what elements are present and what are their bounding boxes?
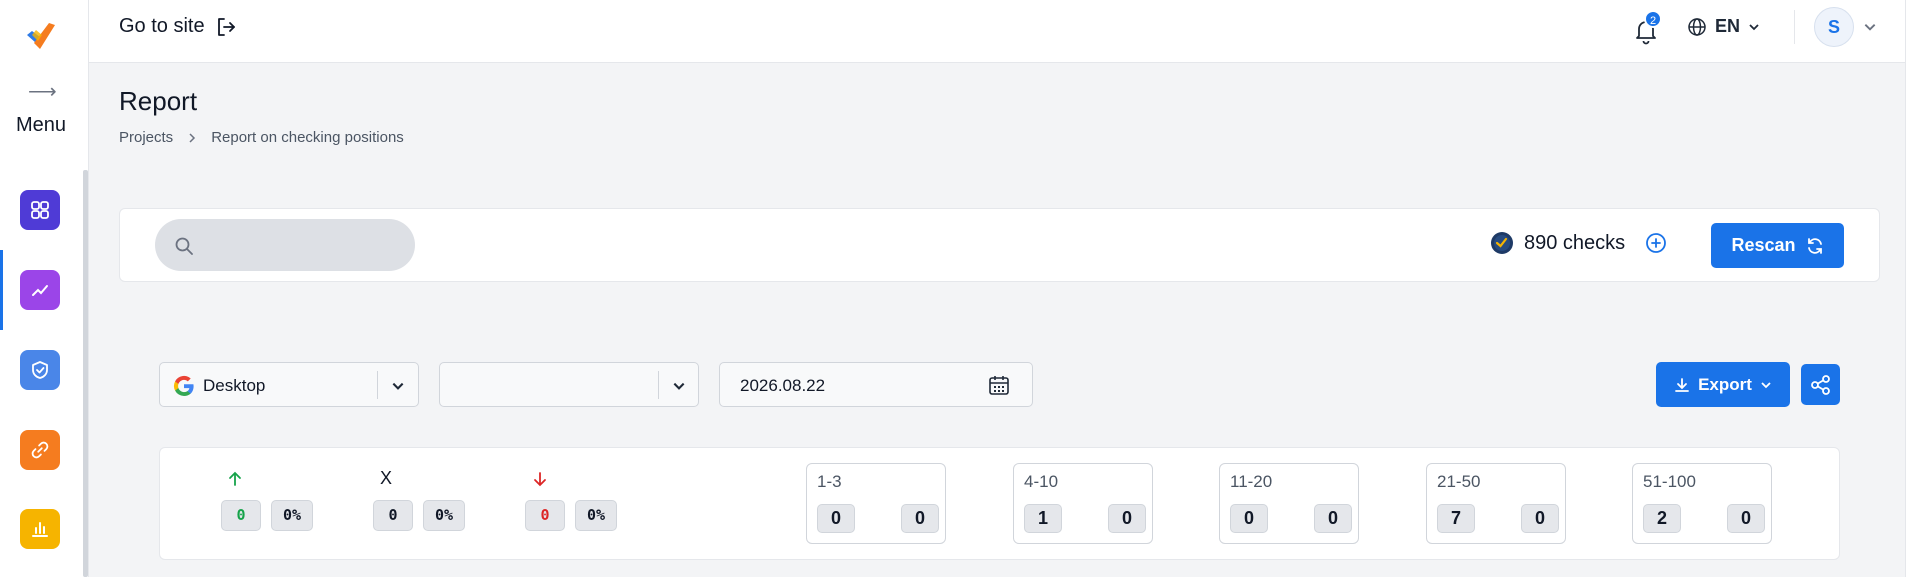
range-value-a: 2 (1643, 504, 1681, 533)
down-count: 0 (525, 500, 565, 531)
chevron-down-icon (1749, 23, 1759, 30)
range-box-11-20: 11-20 0 0 (1219, 463, 1359, 544)
share-button[interactable] (1801, 364, 1840, 405)
range-value-b: 0 (901, 504, 939, 533)
top-bar: Go to site 2 EN S (89, 0, 1915, 63)
trend-chart-icon (32, 285, 48, 296)
arrow-down-icon (534, 472, 546, 487)
range-box-51-100: 51-100 2 0 (1632, 463, 1772, 544)
range-box-21-50: 21-50 7 0 (1426, 463, 1566, 544)
range-label: 4-10 (1024, 472, 1059, 491)
sidebar-item-links[interactable] (20, 430, 60, 470)
range-value-a: 1 (1024, 504, 1062, 533)
down-percent: 0% (575, 500, 617, 531)
rescan-button[interactable]: Rescan (1711, 223, 1844, 268)
range-label: 21-50 (1437, 472, 1481, 491)
range-value-b: 0 (1108, 504, 1146, 533)
date-value: 2026.08.22 (740, 376, 826, 395)
range-value-a: 7 (1437, 504, 1475, 533)
unchanged-count: 0 (373, 500, 413, 531)
menu-label[interactable]: Menu (0, 114, 82, 137)
device-select-divider (377, 371, 378, 399)
arrow-up-icon (229, 471, 241, 486)
checks-balance: 890 checks (1490, 231, 1667, 255)
rescan-label: Rescan (1731, 235, 1796, 255)
sidebar-scrollbar[interactable] (83, 170, 88, 577)
chevron-down-icon (673, 382, 685, 390)
notifications-badge: 2 (1644, 10, 1662, 28)
range-label: 1-3 (817, 472, 842, 491)
share-icon (1810, 374, 1830, 395)
dashboard-icon (31, 201, 49, 219)
page-title: Report (119, 86, 198, 116)
unchanged-label: X (380, 468, 393, 488)
export-label: Export (1698, 374, 1752, 394)
link-icon (31, 441, 49, 459)
sidebar-item-dashboard[interactable] (20, 190, 60, 230)
date-picker[interactable]: 2026.08.22 (719, 362, 1033, 407)
calendar-icon[interactable] (988, 374, 1010, 396)
breadcrumb-current: Report on checking positions (211, 129, 404, 146)
add-checks-plus-icon[interactable] (1645, 232, 1667, 254)
breadcrumb-separator-icon (189, 132, 196, 143)
header-divider (1794, 10, 1795, 44)
refresh-icon (1807, 237, 1822, 254)
page-scrollbar[interactable] (1905, 0, 1915, 577)
sidebar-active-indicator (0, 250, 3, 330)
checks-label: 890 checks (1524, 231, 1626, 254)
sidebar-item-analytics[interactable] (20, 509, 60, 549)
bar-chart-icon (32, 522, 48, 537)
range-value-a: 0 (1230, 504, 1268, 533)
chevron-down-icon (392, 382, 404, 390)
range-value-b: 0 (1521, 504, 1559, 533)
checks-coin-icon (1491, 232, 1513, 254)
user-menu-chevron-icon[interactable] (1863, 20, 1877, 34)
shield-check-icon (32, 361, 48, 379)
sidebar-item-positions[interactable] (20, 270, 60, 310)
exit-icon (217, 17, 235, 36)
range-box-1-3: 1-3 0 0 (806, 463, 946, 544)
search-icon (175, 237, 193, 255)
go-to-site-link[interactable]: Go to site (119, 15, 237, 38)
range-label: 51-100 (1643, 472, 1696, 491)
range-box-4-10: 4-10 1 0 (1013, 463, 1153, 544)
range-label: 11-20 (1230, 472, 1273, 491)
unchanged-percent: 0% (423, 500, 465, 531)
app-logo[interactable] (24, 21, 58, 51)
sidebar: ⟶ Menu (0, 0, 89, 577)
range-value-b: 0 (1727, 504, 1765, 533)
go-to-site-label: Go to site (119, 15, 205, 37)
range-value-a: 0 (817, 504, 855, 533)
google-logo-icon (173, 375, 194, 397)
export-button[interactable]: Export (1656, 362, 1790, 407)
chevron-down-icon (1761, 381, 1771, 388)
globe-icon (1688, 17, 1706, 36)
range-value-b: 0 (1314, 504, 1352, 533)
language-selector[interactable]: EN (1687, 16, 1760, 37)
device-select-value: Desktop (203, 376, 266, 395)
toolbar-card: 890 checks Rescan (119, 208, 1880, 282)
language-label: EN (1715, 16, 1741, 36)
device-select[interactable]: Desktop (159, 362, 419, 407)
sidebar-item-security[interactable] (20, 350, 60, 390)
region-select[interactable] (439, 362, 699, 407)
download-icon (1675, 377, 1689, 392)
user-avatar[interactable]: S (1814, 7, 1854, 47)
search-input[interactable] (155, 219, 415, 271)
menu-toggle-arrow-icon[interactable]: ⟶ (28, 82, 57, 102)
region-select-divider (658, 371, 659, 399)
up-count: 0 (221, 500, 261, 531)
up-percent: 0% (271, 500, 313, 531)
breadcrumb: Projects Report on checking positions (119, 129, 404, 146)
breadcrumb-projects[interactable]: Projects (119, 129, 173, 146)
